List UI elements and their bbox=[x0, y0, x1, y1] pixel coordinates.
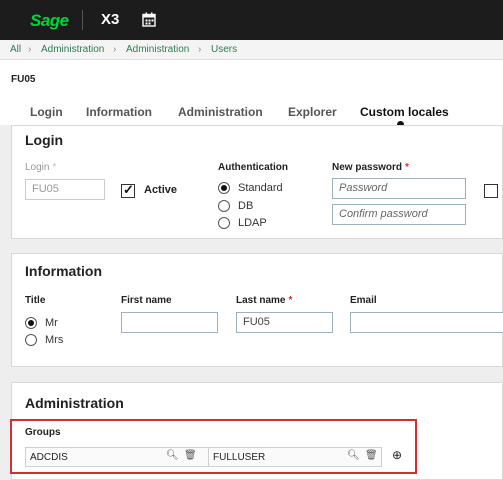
login-section: Login Login* FU05 Active Authentication … bbox=[11, 125, 503, 239]
first-name-field[interactable] bbox=[121, 312, 218, 333]
login-section-title: Login bbox=[25, 132, 64, 148]
auth-standard-radio[interactable] bbox=[218, 182, 230, 194]
confirm-password-field[interactable]: Confirm password bbox=[332, 204, 466, 225]
new-password-label: New password * bbox=[332, 162, 409, 173]
title-mr-label: Mr bbox=[45, 317, 58, 329]
auth-ldap-radio[interactable] bbox=[218, 217, 230, 229]
administration-section-title: Administration bbox=[25, 395, 124, 411]
last-name-label: Last name * bbox=[236, 295, 293, 306]
breadcrumb-all[interactable]: All bbox=[10, 44, 21, 55]
breadcrumb-administration[interactable]: Administration bbox=[41, 44, 104, 55]
breadcrumb-users[interactable]: Users bbox=[211, 44, 237, 55]
title-mrs-radio[interactable] bbox=[25, 334, 37, 346]
auth-ldap-label: LDAP bbox=[238, 217, 267, 229]
auth-db-label: DB bbox=[238, 200, 254, 212]
title-label: Title bbox=[25, 295, 46, 306]
active-checkbox[interactable] bbox=[121, 182, 135, 198]
chevron-right-icon: › bbox=[28, 44, 32, 55]
tab-custom-locales[interactable]: Custom locales bbox=[360, 105, 449, 119]
title-mrs-label: Mrs bbox=[45, 334, 64, 346]
password-field[interactable]: Password bbox=[332, 178, 466, 199]
login-label: Login * bbox=[25, 162, 57, 173]
auth-db-radio[interactable] bbox=[218, 200, 230, 212]
product-name[interactable]: X3 bbox=[101, 11, 119, 28]
tab-bar: Login Information Administration Explore… bbox=[0, 105, 503, 125]
tab-explorer[interactable]: Explorer bbox=[288, 105, 337, 119]
tab-administration[interactable]: Administration bbox=[178, 105, 263, 119]
authentication-label: Authentication bbox=[218, 162, 288, 173]
page-header: FU05 Login Information Administration Ex… bbox=[0, 60, 503, 125]
breadcrumb-administration-2[interactable]: Administration bbox=[126, 44, 189, 55]
sage-logo[interactable]: Sage bbox=[30, 11, 69, 31]
first-name-label: First name bbox=[121, 295, 172, 306]
tab-login[interactable]: Login bbox=[30, 105, 63, 119]
auth-standard-label: Standard bbox=[238, 182, 283, 194]
active-label: Active bbox=[144, 184, 178, 196]
extra-checkbox[interactable] bbox=[484, 184, 498, 198]
top-bar: Sage X3 bbox=[0, 0, 503, 40]
breadcrumb: All › Administration › Administration › … bbox=[0, 40, 503, 60]
email-label: Email bbox=[350, 295, 377, 306]
chevron-right-icon: › bbox=[113, 44, 117, 55]
calendar-icon[interactable] bbox=[142, 12, 156, 27]
chevron-right-icon: › bbox=[198, 44, 202, 55]
email-field[interactable] bbox=[350, 312, 503, 333]
information-section: Information Title Mr Mrs First name Last… bbox=[11, 253, 503, 367]
groups-highlight-box bbox=[10, 419, 417, 474]
title-mr-radio[interactable] bbox=[25, 317, 37, 329]
tab-information[interactable]: Information bbox=[86, 105, 152, 119]
top-bar-divider bbox=[82, 10, 83, 30]
record-id: FU05 bbox=[11, 74, 36, 85]
information-section-title: Information bbox=[25, 263, 102, 279]
login-field[interactable]: FU05 bbox=[25, 179, 105, 200]
last-name-field[interactable]: FU05 bbox=[236, 312, 333, 333]
